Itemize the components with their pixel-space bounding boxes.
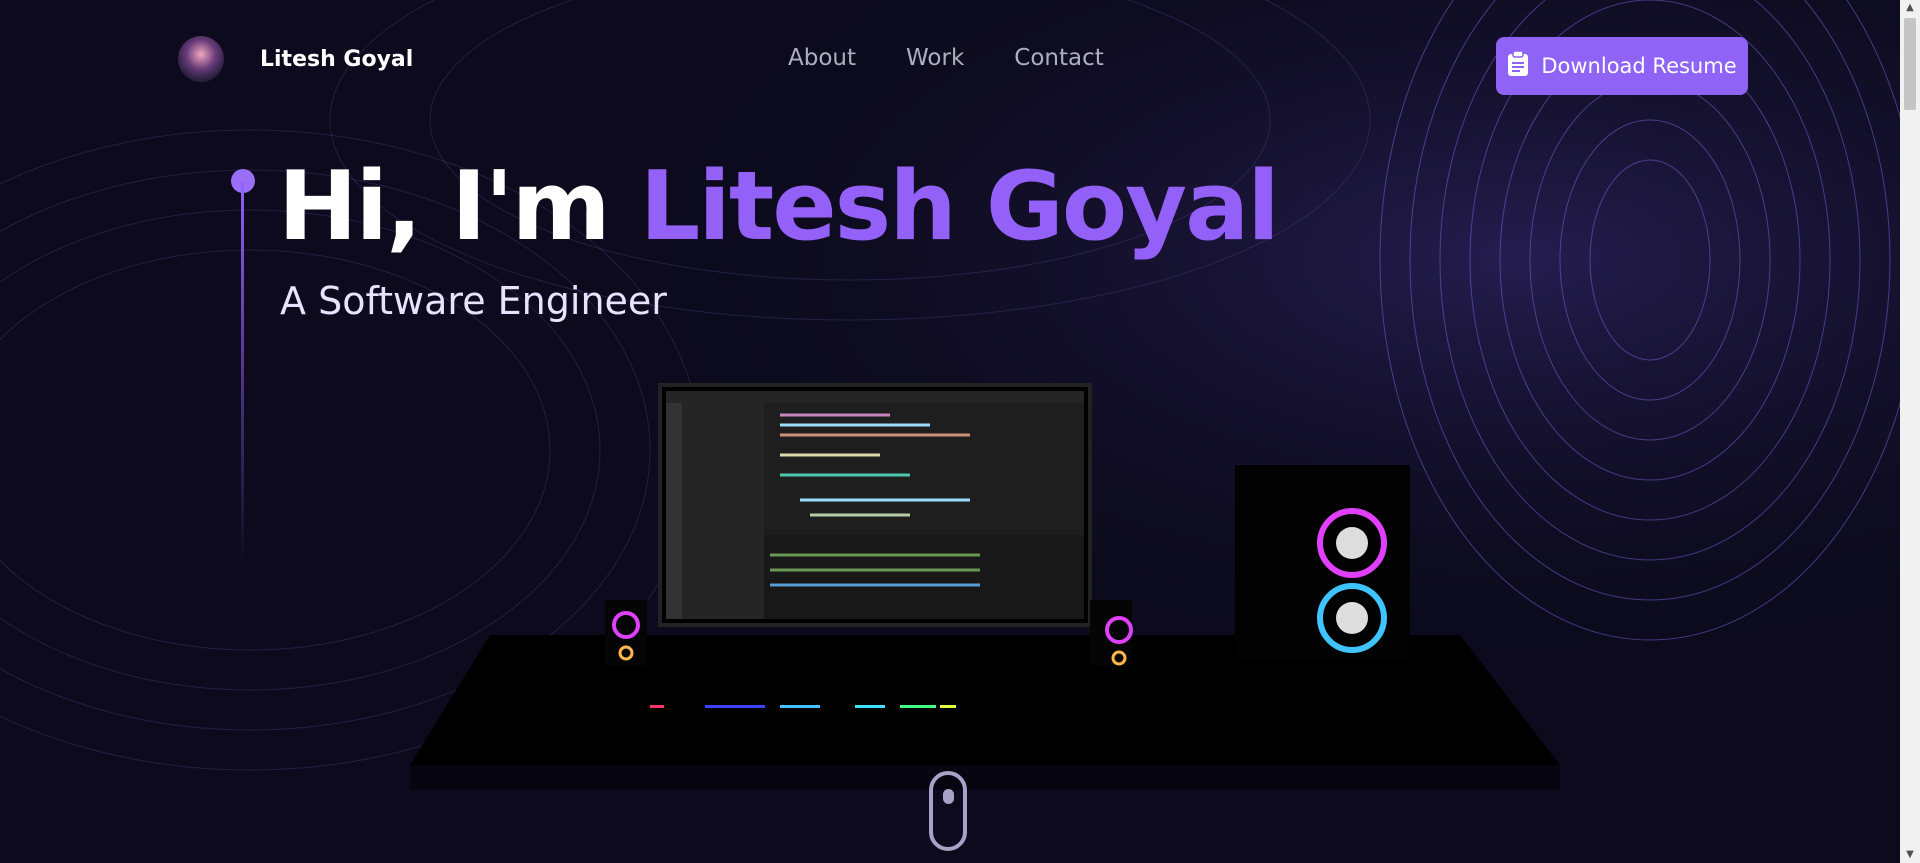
download-resume-button[interactable]: Download Resume (1496, 37, 1748, 95)
hero-greeting: Hi, I'm (278, 152, 611, 262)
main-nav: About Work Contact (788, 45, 1154, 71)
hero-name: Litesh Goyal (639, 152, 1280, 262)
hero-title: Hi, I'm Litesh Goyal (278, 152, 1280, 262)
avatar (178, 36, 224, 82)
nav-link-work[interactable]: Work (906, 45, 964, 71)
page-scrollbar[interactable]: ▲ ▼ (1900, 0, 1920, 863)
hero-subtitle: A Software Engineer (280, 279, 667, 323)
download-resume-label: Download Resume (1541, 54, 1737, 78)
nav-link-about[interactable]: About (788, 45, 856, 71)
scroll-up-arrow-icon[interactable]: ▲ (1900, 0, 1920, 16)
brand-name: Litesh Goyal (260, 46, 414, 72)
brand[interactable]: Litesh Goyal (178, 36, 413, 82)
scroll-down-arrow-icon[interactable]: ▼ (1900, 847, 1920, 863)
scroll-indicator-dot (943, 789, 954, 804)
scroll-down-indicator[interactable] (929, 771, 967, 851)
desk-setup-illustration (410, 383, 1560, 790)
nav-link-contact[interactable]: Contact (1014, 45, 1103, 71)
clipboard-icon (1507, 49, 1529, 82)
scrollbar-thumb[interactable] (1904, 18, 1916, 110)
hero-line (241, 182, 244, 567)
